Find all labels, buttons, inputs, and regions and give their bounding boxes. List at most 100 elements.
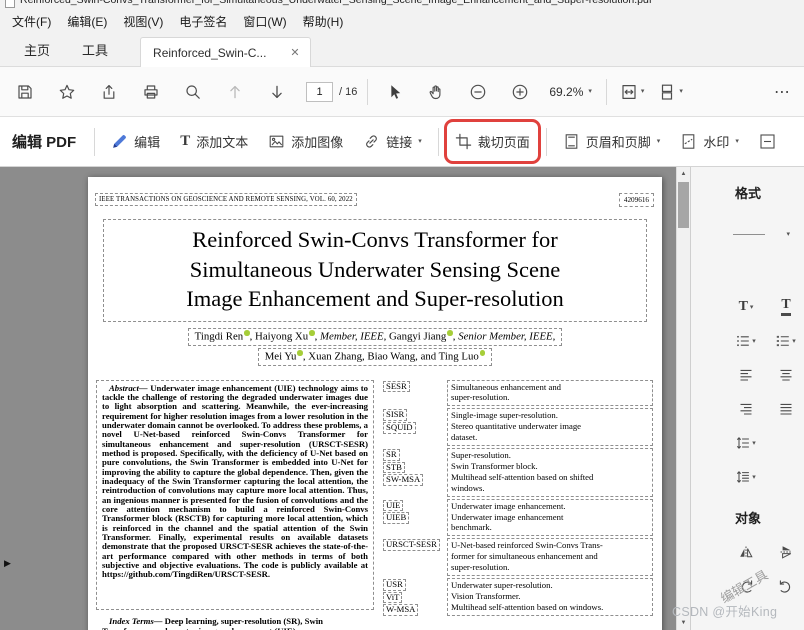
save-button[interactable] [12, 79, 38, 105]
nomenclature-definition-textbox[interactable]: Super-resolution. Swin Transformer block.… [447, 448, 653, 497]
rotate-right-icon [779, 580, 791, 593]
chevron-down-icon: ▾ [752, 473, 756, 481]
menu-window[interactable]: 窗口(W) [235, 12, 294, 33]
menu-file[interactable]: 文件(F) [4, 12, 59, 33]
header-footer-label: 页眉和页脚 [585, 135, 651, 150]
nomenclature-definition-textbox[interactable]: Simultaneous enhancement and super-resolu… [447, 379, 653, 407]
nomenclature-abbr-textbox[interactable]: STB [383, 461, 405, 474]
flip-vertical-button[interactable] [771, 541, 801, 563]
numbered-list-button[interactable]: ▾ [771, 330, 801, 352]
align-justify-icon [780, 403, 792, 415]
abstract-textbox[interactable]: Abstract— Underwater image enhancement (… [96, 379, 374, 610]
flip-horizontal-button[interactable] [731, 541, 761, 563]
select-tool-button[interactable] [381, 79, 407, 105]
tab-close-icon[interactable]: ✕ [290, 46, 299, 59]
format-panel-title: 格式 [735, 186, 762, 201]
line-spacing-button[interactable]: ▾ [731, 432, 761, 454]
zoom-out-button[interactable] [465, 79, 491, 105]
font-family-dropdown[interactable]: ▾ [733, 228, 790, 240]
rotate-right-button[interactable] [771, 575, 801, 597]
image-icon [269, 135, 284, 148]
zoom-in-button[interactable] [507, 79, 533, 105]
scrollbar-thumb[interactable] [678, 182, 689, 228]
font-style-button[interactable]: T ▾ [731, 296, 761, 318]
bullet-list-button[interactable]: ▾ [731, 330, 761, 352]
edit-pdf-toolbar: 编辑 PDF 编辑 T 添加文本 添加图像 链接 ▾ 裁切页面 页眉和页脚 ▾ … [0, 117, 804, 167]
align-right-button[interactable] [731, 398, 761, 420]
previous-page-button[interactable] [222, 79, 248, 105]
vertical-scrollbar[interactable]: ▲ ▼ [676, 167, 690, 630]
crop-pages-button[interactable]: 裁切页面 [443, 119, 541, 164]
author-text: Gangyi Jiang [386, 330, 447, 343]
nomenclature-abbr-textbox[interactable]: ViT [383, 591, 403, 604]
nomenclature-abbr-textbox[interactable]: W-MSA [383, 604, 419, 616]
add-image-button[interactable]: 添加图像 [268, 132, 343, 151]
bullet-list-icon [737, 335, 750, 347]
nomenclature-definition-textbox[interactable]: U-Net-based reinforced Swin-Convs Trans-… [447, 538, 653, 577]
add-text-button[interactable]: T 添加文本 [180, 132, 248, 151]
paper-title-textbox[interactable]: Reinforced Swin-Convs Transformer for Si… [103, 219, 647, 322]
zoom-level-dropdown[interactable]: 69.2% ▾ [549, 85, 592, 99]
nomenclature-definition-textbox[interactable]: Underwater image enhancement. Underwater … [447, 498, 653, 537]
edit-button[interactable]: 编辑 [111, 132, 160, 151]
paragraph-spacing-button[interactable]: ▾ [731, 466, 761, 488]
journal-header-textbox[interactable]: IEEE TRANSACTIONS ON GEOSCIENCE AND REMO… [95, 193, 357, 206]
align-center-button[interactable] [771, 364, 801, 386]
nomenclature-abbr-textbox[interactable]: USR [383, 579, 406, 591]
nomenclature-abbr-textbox[interactable]: SQUID [383, 421, 416, 434]
watermark-button[interactable]: 水印 ▾ [680, 132, 739, 151]
nomenclature-definition-line: Underwater super-resolution. [451, 580, 553, 591]
menu-help[interactable]: 帮助(H) [295, 12, 352, 33]
nomenclature-list: SESR Simultaneous enhancement and super-re… [383, 379, 653, 618]
page-number-input[interactable] [306, 81, 333, 102]
add-text-label: 添加文本 [196, 135, 249, 150]
tab-tools[interactable]: 工具 [66, 33, 124, 66]
hand-tool-button[interactable] [423, 79, 449, 105]
page-display-button[interactable]: ▾ [658, 83, 683, 101]
more-edit-tools-button[interactable] [759, 133, 776, 150]
nomenclature-abbr-textbox[interactable]: SR [383, 449, 400, 461]
object-panel-title: 对象 [735, 511, 762, 526]
expand-left-panel-arrow[interactable]: ▶ [1, 552, 14, 574]
scroll-up-arrow[interactable]: ▲ [677, 167, 690, 181]
article-number-textbox[interactable]: 4209616 [618, 193, 654, 207]
menu-edit[interactable]: 编辑(E) [59, 12, 115, 33]
print-button[interactable] [138, 79, 164, 105]
pen-icon [113, 135, 127, 148]
title-line: Image Enhancement and Super-resolution [186, 286, 564, 311]
align-left-button[interactable] [731, 364, 761, 386]
nomenclature-abbr-textbox[interactable]: SISR [383, 409, 408, 421]
chevron-down-icon: ▾ [749, 303, 754, 311]
search-icon[interactable] [180, 79, 206, 105]
font-color-button[interactable]: T [771, 296, 801, 318]
nomenclature-group: URSCT-SESR U-Net-based reinforced Swin-Co… [383, 538, 653, 577]
menu-esign[interactable]: 电子签名 [171, 12, 235, 33]
align-justify-button[interactable] [771, 398, 801, 420]
nomenclature-abbr-textbox[interactable]: URSCT-SESR [383, 539, 440, 551]
nomenclature-definition-textbox[interactable]: Underwater super-resolution. Vision Trans… [447, 578, 653, 616]
authors-line1-textbox[interactable]: Tingdi Ren, Haiyong Xu, Member, IEEE, Ga… [187, 328, 563, 346]
nomenclature-group: SR STB SW-MSA Super-resolution. Swin Transfo… [383, 448, 653, 497]
author-text: Mei Yu [264, 350, 297, 363]
nomenclature-definition-line: former for simultaneous enhancement and [451, 551, 598, 562]
next-page-button[interactable] [264, 79, 290, 105]
nomenclature-definition-textbox[interactable]: Single-image super-resolution. Stereo qua… [447, 408, 653, 447]
nomenclature-abbr-column: SR STB SW-MSA [383, 448, 447, 486]
nomenclature-abbr-textbox[interactable]: SESR [383, 380, 410, 393]
header-footer-button[interactable]: 页眉和页脚 ▾ [563, 132, 660, 151]
menu-view[interactable]: 视图(V) [115, 12, 171, 33]
nomenclature-abbr-textbox[interactable]: SW-MSA [383, 474, 424, 486]
link-button[interactable]: 链接 ▾ [363, 132, 422, 151]
tab-home[interactable]: 主页 [8, 33, 66, 66]
fit-width-button[interactable]: ▾ [620, 83, 644, 101]
chevron-down-icon: ▾ [679, 88, 683, 95]
main-toolbar: / 16 69.2% ▾ ▾ ▾ ⋯ [0, 67, 804, 117]
share-button[interactable] [96, 79, 122, 105]
nomenclature-abbr-textbox[interactable]: UIE [383, 499, 404, 512]
more-tools-button[interactable]: ⋯ [774, 82, 792, 102]
tab-document[interactable]: Reinforced_Swin-C... ✕ [140, 37, 311, 67]
nomenclature-abbr-textbox[interactable]: UIEB [383, 512, 410, 524]
author-text: , Haiyong Xu [249, 330, 309, 343]
authors-line2-textbox[interactable]: Mei Yu , Xuan Zhang, Biao Wang, and Ting … [257, 348, 493, 366]
star-button[interactable] [54, 79, 80, 105]
